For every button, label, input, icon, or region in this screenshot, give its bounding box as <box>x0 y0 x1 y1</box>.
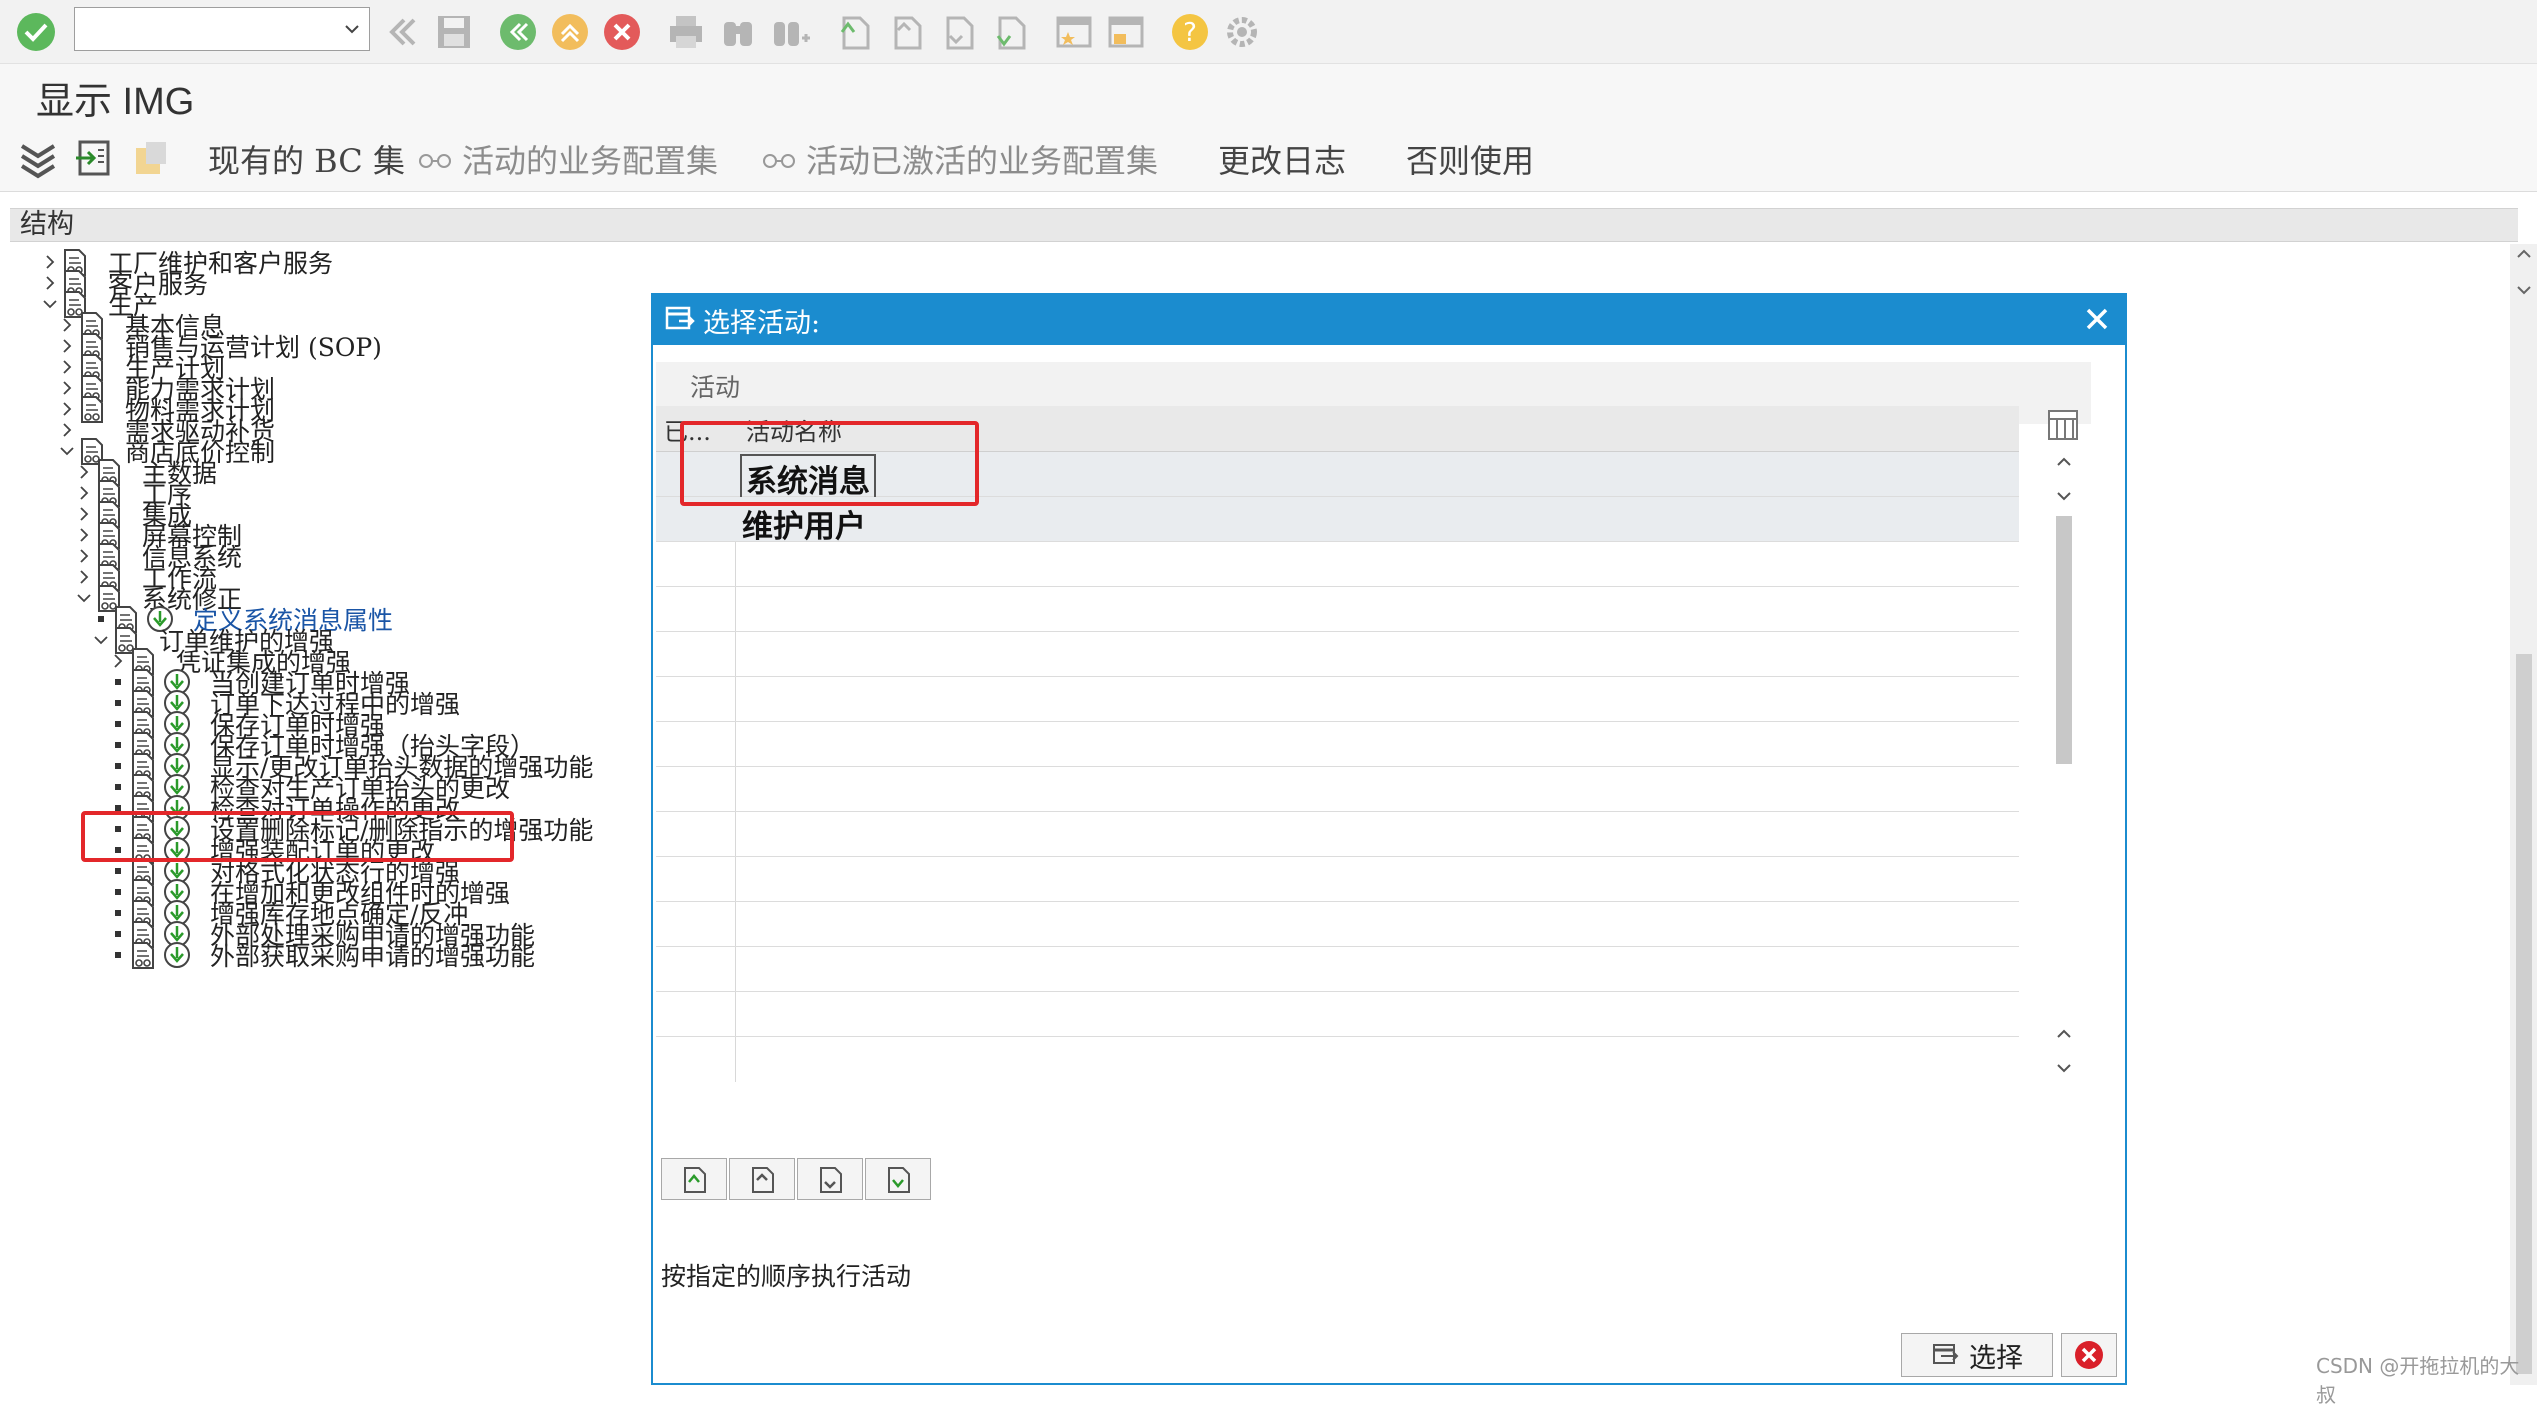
close-icon[interactable] <box>2079 301 2115 337</box>
change-log-label: 更改日志 <box>1218 142 1347 180</box>
table-row[interactable] <box>656 812 2019 857</box>
structure-header-label: 结构 <box>20 209 74 240</box>
next-page-icon[interactable] <box>936 10 980 54</box>
svg-text:?: ? <box>1183 18 1197 48</box>
table-row[interactable] <box>656 722 2019 767</box>
command-field[interactable] <box>74 7 370 51</box>
tree-node[interactable]: 外部获取采购申请的增强功能 <box>108 938 535 972</box>
execute-icon[interactable] <box>162 938 198 972</box>
shortcut-icon[interactable] <box>1104 10 1148 54</box>
activity-name-cell[interactable]: 维护用户 <box>742 501 866 546</box>
choose-icon <box>1933 1344 1959 1364</box>
move-up-icon <box>752 1167 774 1193</box>
previous-page-icon[interactable] <box>884 10 928 54</box>
table-row[interactable] <box>656 947 2019 992</box>
dialog-window-icon <box>665 306 695 330</box>
scroll-up-icon[interactable] <box>2054 454 2074 470</box>
create-session-icon[interactable] <box>1052 10 1096 54</box>
highlight-box-tree <box>81 811 514 862</box>
table-row[interactable] <box>656 677 2019 722</box>
settings-icon[interactable] <box>1220 10 1264 54</box>
scroll-up-icon[interactable] <box>2054 1026 2074 1042</box>
system-toolbar: ? <box>0 0 2537 64</box>
back-icon[interactable] <box>380 10 424 54</box>
main-scrollbar[interactable] <box>2510 244 2537 1385</box>
page-title: 显示 IMG <box>36 81 195 123</box>
transport-icon[interactable] <box>72 136 116 180</box>
table-row[interactable] <box>656 542 2019 587</box>
table-row[interactable] <box>656 767 2019 812</box>
last-page-icon[interactable] <box>988 10 1032 54</box>
chevron-down-icon[interactable] <box>343 20 361 38</box>
watermark: CSDN @开拖拉机的大叔 <box>2316 1354 2520 1407</box>
main-scroll-thumb[interactable] <box>2516 654 2532 1374</box>
print-icon[interactable] <box>664 10 708 54</box>
table-row[interactable] <box>656 902 2019 947</box>
existing-bc-set-button[interactable]: 现有的 BC 集 <box>208 136 405 182</box>
move-down-icon <box>820 1167 842 1193</box>
cancel-button[interactable] <box>2061 1333 2117 1377</box>
move-bottom-icon <box>888 1167 910 1193</box>
move-to-top-button[interactable] <box>661 1158 727 1200</box>
clipboard-icon[interactable] <box>128 136 172 180</box>
column-settings-icon[interactable] <box>2046 408 2080 442</box>
tree-node-label: 外部获取采购申请的增强功能 <box>210 942 536 971</box>
highlight-box-dialog <box>680 421 979 506</box>
activity-table: 已... 活动名称 系统消息 维护用户 <box>656 406 2091 1082</box>
leaf-bullet <box>108 938 128 972</box>
application-toolbar: 现有的 BC 集 活动的业务配置集 活动已激活的业务配置集 更改日志 否则使用 <box>0 126 2537 192</box>
choose-button[interactable]: 选择 <box>1901 1333 2053 1377</box>
choose-button-label: 选择 <box>1969 1342 2023 1374</box>
save-icon[interactable] <box>432 10 476 54</box>
table-row[interactable] <box>656 992 2019 1037</box>
find-icon[interactable] <box>716 10 760 54</box>
move-down-button[interactable] <box>797 1158 863 1200</box>
enter-icon[interactable] <box>14 10 58 54</box>
active-bc-set-label: 活动的业务配置集 <box>462 142 719 180</box>
first-page-icon[interactable] <box>832 10 876 54</box>
glasses-icon <box>763 154 795 168</box>
activated-bc-set-label: 活动已激活的业务配置集 <box>806 142 1159 180</box>
table-row[interactable] <box>656 857 2019 902</box>
table-row[interactable] <box>656 632 2019 677</box>
dialog-titlebar: 选择活动: <box>653 295 2125 345</box>
where-used-label: 否则使用 <box>1406 142 1535 180</box>
table-scrollbar[interactable] <box>2044 406 2086 1082</box>
exit-icon[interactable] <box>548 10 592 54</box>
cancel-icon[interactable] <box>600 10 644 54</box>
activity-group-label: 活动 <box>690 373 741 402</box>
glasses-icon <box>419 154 451 168</box>
activated-bc-set-button[interactable]: 活动已激活的业务配置集 <box>762 136 1158 182</box>
table-scroll-thumb[interactable] <box>2056 516 2072 764</box>
execute-order-text: 按指定的顺序执行活动 <box>661 1262 912 1291</box>
move-top-icon <box>684 1167 706 1193</box>
expand-all-icon[interactable] <box>16 136 60 180</box>
scroll-up-icon[interactable] <box>2515 246 2533 262</box>
existing-bc-set-label: 现有的 BC 集 <box>208 142 405 180</box>
cancel-icon <box>2075 1341 2103 1369</box>
table-row[interactable] <box>656 587 2019 632</box>
active-bc-set-button[interactable]: 活动的业务配置集 <box>418 136 718 182</box>
move-up-button[interactable] <box>729 1158 795 1200</box>
help-icon[interactable]: ? <box>1168 10 1212 54</box>
where-used-button[interactable]: 否则使用 <box>1406 136 1534 182</box>
move-to-bottom-button[interactable] <box>865 1158 931 1200</box>
structure-header: 结构 <box>10 208 2518 242</box>
scroll-down-icon[interactable] <box>2054 488 2074 504</box>
table-row[interactable] <box>656 1037 2019 1082</box>
change-log-button[interactable]: 更改日志 <box>1218 136 1346 182</box>
find-next-icon[interactable] <box>768 10 812 54</box>
title-bar: 显示 IMG <box>0 64 2537 126</box>
scroll-down-icon[interactable] <box>2054 1060 2074 1076</box>
dialog-title: 选择活动: <box>703 308 821 339</box>
back-green-icon[interactable] <box>496 10 540 54</box>
document-icon[interactable] <box>128 938 164 972</box>
scroll-down-icon[interactable] <box>2515 282 2533 298</box>
